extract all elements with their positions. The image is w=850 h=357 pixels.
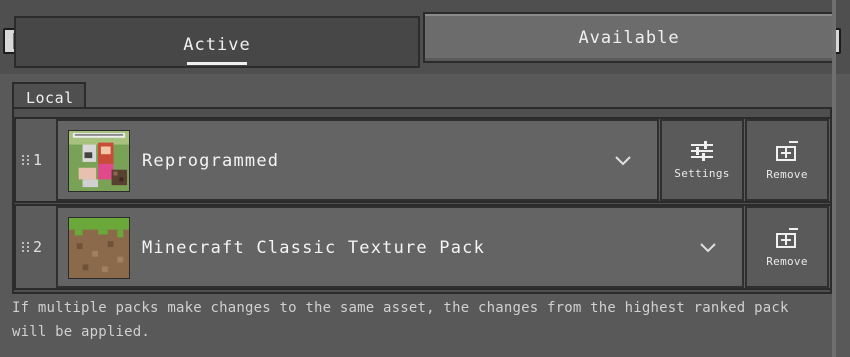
settings-button-label: Settings — [674, 166, 730, 180]
section-label: Local — [26, 89, 74, 107]
rank-number: 1 — [33, 151, 43, 169]
footer-note: If multiple packs make changes to the sa… — [12, 300, 789, 340]
pack-thumbnail-icon — [68, 217, 130, 279]
grip-icon — [22, 155, 30, 165]
rank-indicator[interactable]: 2 — [22, 237, 42, 257]
remove-button[interactable]: Remove — [745, 206, 829, 288]
tab-available-label: Available — [578, 27, 680, 48]
active-tab-indicator — [187, 62, 247, 65]
pack-name: Minecraft Classic Texture Pack — [142, 238, 486, 258]
grip-icon — [22, 242, 30, 252]
remove-button[interactable]: Remove — [745, 119, 829, 201]
sliders-icon — [691, 140, 713, 161]
remove-button-label: Remove — [766, 254, 808, 268]
chevron-down-icon[interactable] — [700, 243, 716, 253]
pack-name: Reprogrammed — [142, 151, 280, 171]
remove-icon — [776, 140, 798, 161]
remove-icon — [776, 227, 798, 248]
scrollbar[interactable] — [832, 0, 836, 357]
settings-button[interactable]: Settings — [660, 119, 744, 201]
rank-indicator[interactable]: 1 — [22, 150, 42, 170]
pack-card[interactable]: Minecraft Classic Texture Pack — [56, 206, 744, 288]
section-tab-local: Local — [12, 82, 86, 109]
rank-number: 2 — [33, 238, 43, 256]
chevron-down-icon[interactable] — [615, 156, 631, 166]
tab-active-label: Active — [183, 35, 251, 55]
remove-button-label: Remove — [766, 167, 808, 181]
pack-card[interactable]: Reprogrammed — [56, 119, 659, 201]
tab-active[interactable]: Active — [14, 16, 420, 68]
tab-available[interactable]: Available — [423, 12, 835, 63]
pack-thumbnail-icon — [68, 130, 130, 192]
